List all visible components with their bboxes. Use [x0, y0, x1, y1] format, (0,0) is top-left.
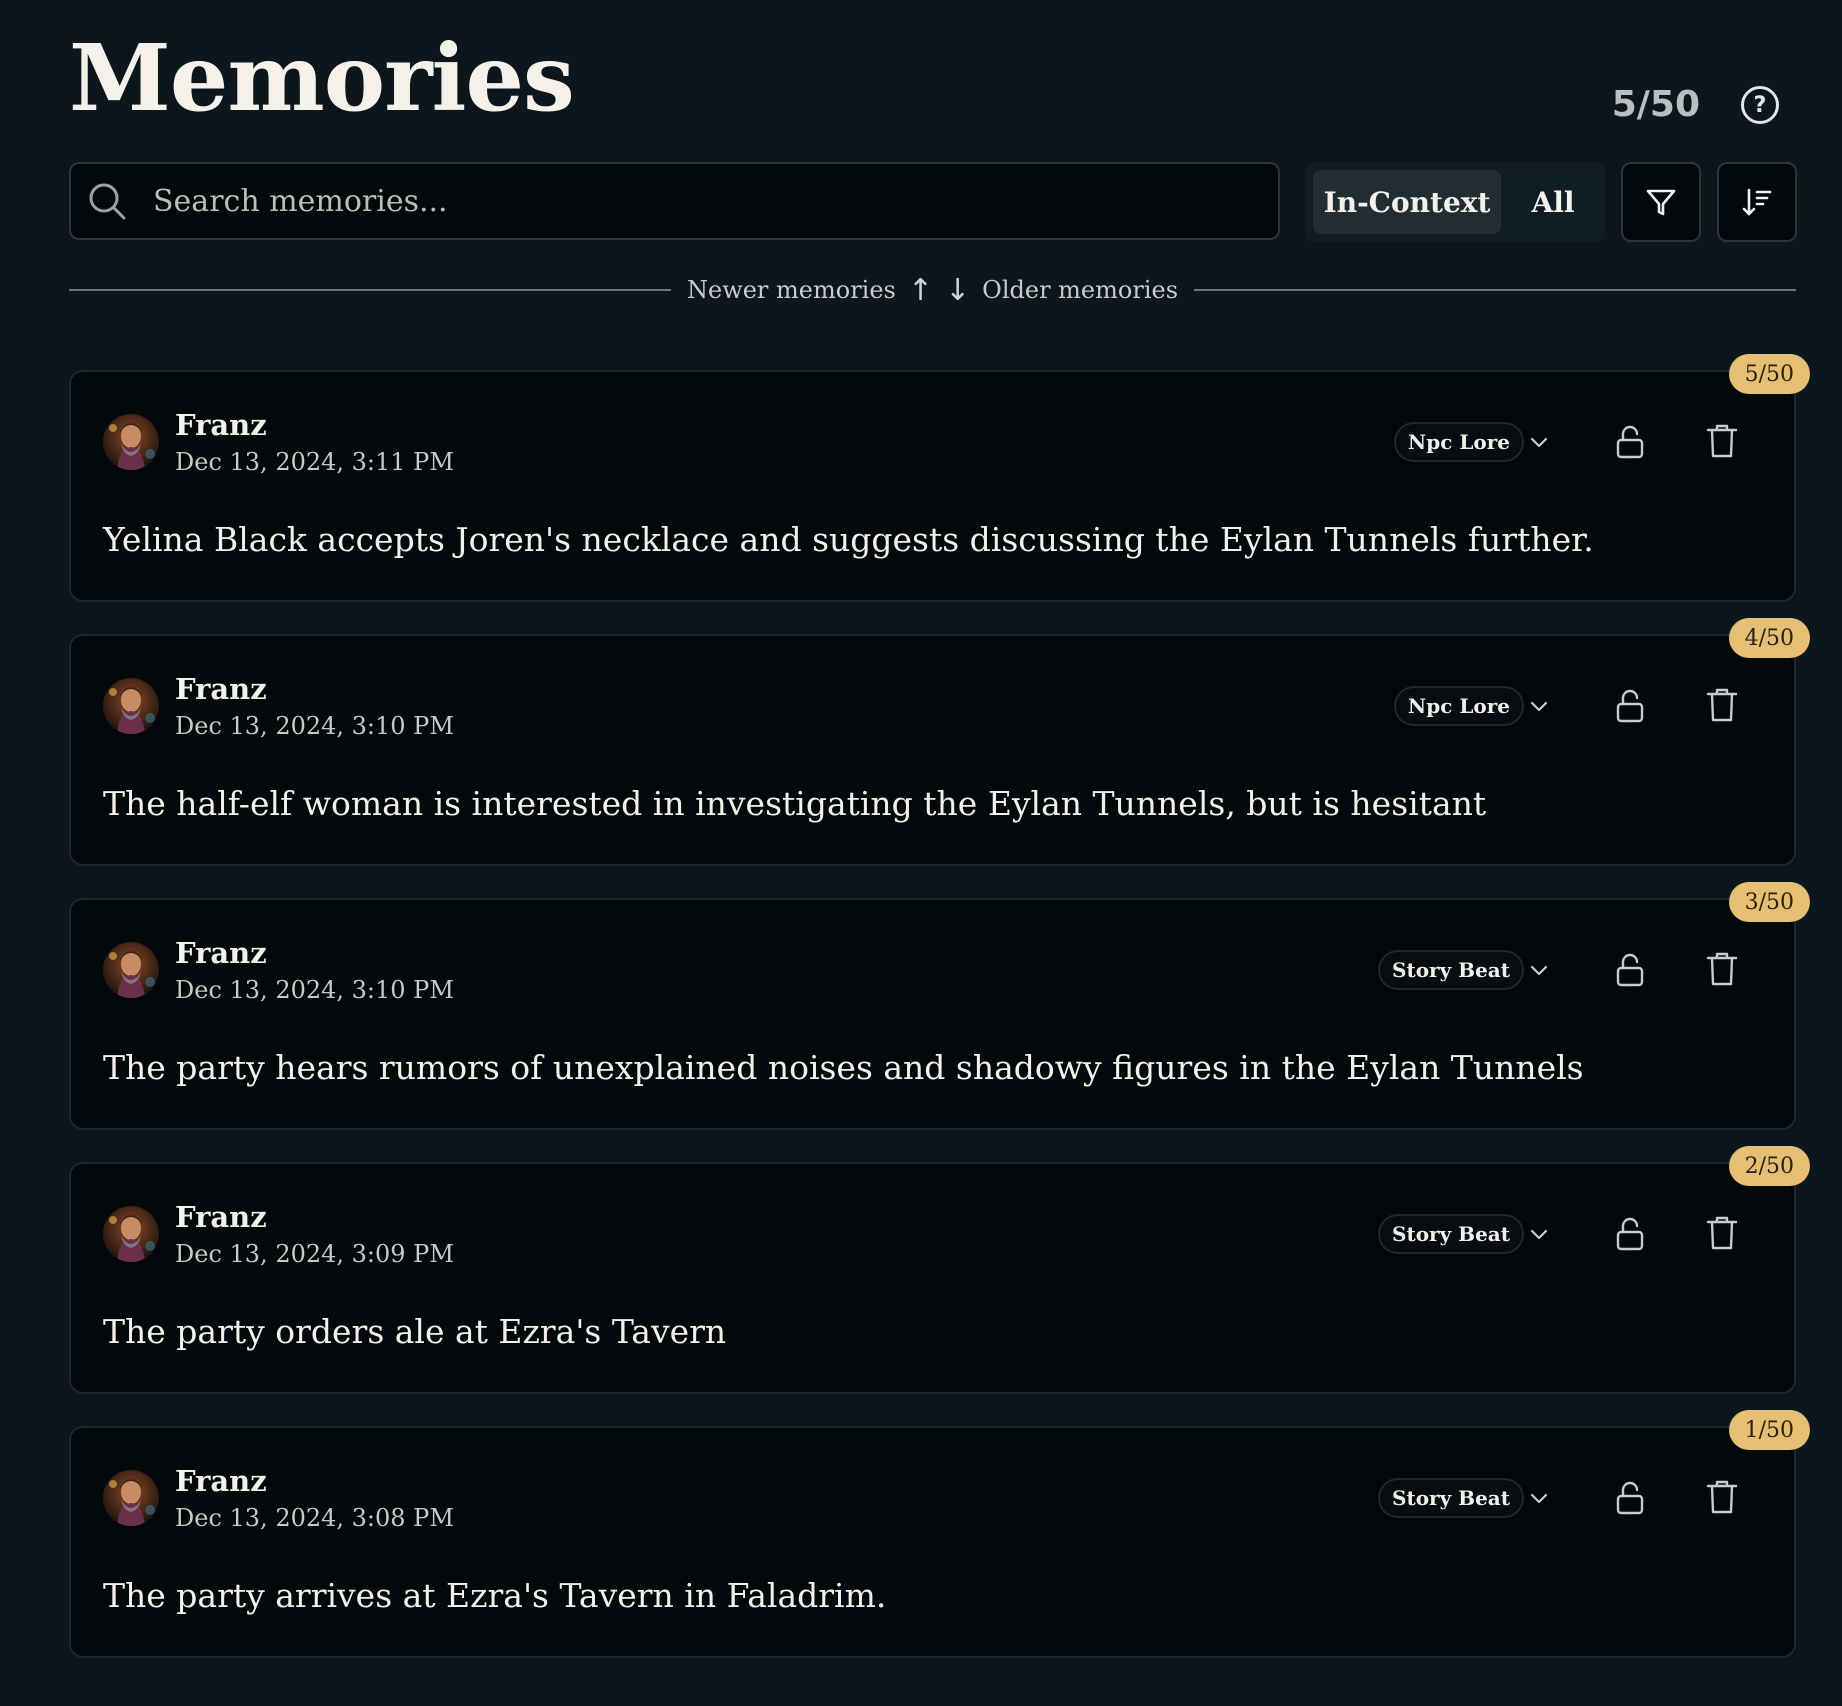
memory-card: 5/50 Franz Dec 13, 2024, 3:11 PM Npc Lor… — [69, 354, 1810, 602]
memory-type-tag[interactable]: Npc Lore — [1393, 686, 1524, 726]
older-memories-label: Older memories — [982, 276, 1179, 304]
memory-type-tag[interactable]: Npc Lore — [1393, 422, 1524, 462]
memory-date: Dec 13, 2024, 3:11 PM — [175, 448, 454, 476]
arrow-down-icon: ↓ — [945, 272, 971, 308]
memory-type-dropdown[interactable]: Story Beat — [1378, 1478, 1550, 1518]
memory-date: Dec 13, 2024, 3:10 PM — [175, 712, 454, 740]
divider-label: Newer memories ↑ ↓ Older memories — [671, 273, 1194, 308]
avatar-portrait-image — [103, 414, 159, 470]
memory-card: 3/50 Franz Dec 13, 2024, 3:10 PM Story B… — [69, 882, 1810, 1130]
filter-button[interactable] — [1621, 162, 1701, 242]
chevron-down-icon[interactable] — [1528, 1223, 1550, 1245]
memory-type-dropdown[interactable]: Npc Lore — [1393, 686, 1550, 726]
memory-index-badge: 2/50 — [1728, 1146, 1810, 1186]
search-icon — [89, 183, 126, 220]
memory-type-dropdown[interactable]: Story Beat — [1378, 1214, 1550, 1254]
avatar[interactable] — [103, 1206, 159, 1262]
memory-text: The half-elf woman is interested in inve… — [103, 784, 1487, 823]
memory-type-tag[interactable]: Story Beat — [1378, 950, 1524, 990]
memory-index-badge: 5/50 — [1728, 354, 1810, 394]
memory-text: The party orders ale at Ezra's Tavern — [103, 1312, 727, 1351]
unlock-icon[interactable] — [1612, 424, 1648, 460]
avatar[interactable] — [103, 414, 159, 470]
context-toggle: In-Context All — [1305, 162, 1605, 242]
chevron-down-icon[interactable] — [1528, 1487, 1550, 1509]
memory-index-badge: 3/50 — [1728, 882, 1810, 922]
trash-icon[interactable] — [1704, 686, 1740, 724]
trash-icon[interactable] — [1704, 1214, 1740, 1252]
trash-icon[interactable] — [1704, 422, 1740, 460]
divider-line-left — [69, 289, 671, 291]
avatar-portrait-image — [103, 678, 159, 734]
timeline-divider: Newer memories ↑ ↓ Older memories — [69, 272, 1796, 308]
memory-card: 4/50 Franz Dec 13, 2024, 3:10 PM Npc Lor… — [69, 618, 1810, 866]
unlock-icon[interactable] — [1612, 1216, 1648, 1252]
newer-memories-label: Newer memories — [686, 276, 896, 304]
memory-index-badge: 1/50 — [1728, 1410, 1810, 1450]
memory-text: The party hears rumors of unexplained no… — [103, 1048, 1584, 1087]
arrow-up-icon: ↑ — [907, 272, 934, 308]
chevron-down-icon[interactable] — [1528, 959, 1550, 981]
memory-author: Franz — [175, 408, 267, 442]
toggle-in-context[interactable]: In-Context — [1313, 170, 1501, 234]
memory-type-tag[interactable]: Story Beat — [1378, 1214, 1524, 1254]
memory-card: 2/50 Franz Dec 13, 2024, 3:09 PM Story B… — [69, 1146, 1810, 1394]
avatar-portrait-image — [103, 1206, 159, 1262]
sort-descending-icon — [1742, 188, 1772, 216]
memory-type-dropdown[interactable]: Npc Lore — [1393, 422, 1550, 462]
toggle-all[interactable]: All — [1501, 170, 1605, 234]
memory-text: Yelina Black accepts Joren's necklace an… — [103, 520, 1594, 559]
search-input[interactable] — [151, 182, 1205, 220]
memory-text: The party arrives at Ezra's Tavern in Fa… — [103, 1576, 887, 1615]
memory-date: Dec 13, 2024, 3:08 PM — [175, 1504, 454, 1532]
avatar[interactable] — [103, 1470, 159, 1526]
memory-date: Dec 13, 2024, 3:10 PM — [175, 976, 454, 1004]
avatar[interactable] — [103, 942, 159, 998]
trash-icon[interactable] — [1704, 1478, 1740, 1516]
memory-author: Franz — [175, 1200, 267, 1234]
memory-date: Dec 13, 2024, 3:09 PM — [175, 1240, 454, 1268]
chevron-down-icon[interactable] — [1528, 695, 1550, 717]
memory-type-dropdown[interactable]: Story Beat — [1378, 950, 1550, 990]
search-box[interactable] — [69, 162, 1280, 240]
sort-button[interactable] — [1717, 162, 1797, 242]
memory-card: 1/50 Franz Dec 13, 2024, 3:08 PM Story B… — [69, 1410, 1810, 1658]
memory-count: 5/50 — [1611, 84, 1700, 125]
memory-author: Franz — [175, 1464, 267, 1498]
avatar-portrait-image — [103, 942, 159, 998]
unlock-icon[interactable] — [1612, 952, 1648, 988]
memory-author: Franz — [175, 672, 267, 706]
unlock-icon[interactable] — [1612, 1480, 1648, 1516]
avatar-portrait-image — [103, 1470, 159, 1526]
filter-icon — [1646, 189, 1676, 216]
divider-line-right — [1194, 289, 1796, 291]
avatar[interactable] — [103, 678, 159, 734]
memory-author: Franz — [175, 936, 267, 970]
memory-type-tag[interactable]: Story Beat — [1378, 1478, 1524, 1518]
trash-icon[interactable] — [1704, 950, 1740, 988]
unlock-icon[interactable] — [1612, 688, 1648, 724]
help-icon[interactable]: ? — [1741, 86, 1779, 124]
memory-index-badge: 4/50 — [1728, 618, 1810, 658]
page-title: Memories — [69, 24, 575, 132]
chevron-down-icon[interactable] — [1528, 431, 1550, 453]
